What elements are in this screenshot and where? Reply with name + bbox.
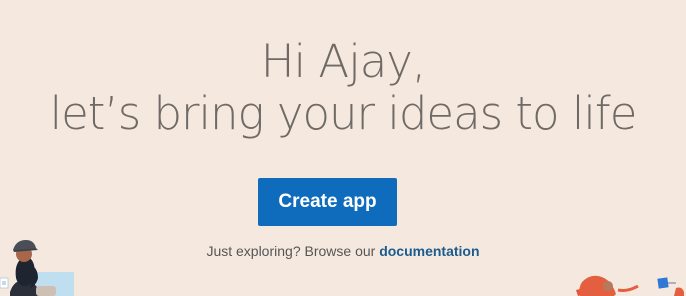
explore-hint: Just exploring? Browse our documentation: [0, 243, 686, 259]
explore-prefix: Just exploring? Browse our: [206, 243, 380, 259]
greeting-text: Hi Ajay,: [260, 35, 426, 88]
welcome-page: Hi Ajay, let’s bring your ideas to life …: [0, 0, 686, 296]
person-with-cap-illustration: [0, 240, 74, 296]
person-with-tablet-illustration: [576, 275, 684, 296]
documentation-link[interactable]: documentation: [379, 243, 479, 259]
hero-heading: Hi Ajay, let’s bring your ideas to life: [0, 36, 686, 140]
tagline-text: let’s bring your ideas to life: [49, 87, 638, 140]
create-app-button[interactable]: Create app: [258, 178, 397, 226]
